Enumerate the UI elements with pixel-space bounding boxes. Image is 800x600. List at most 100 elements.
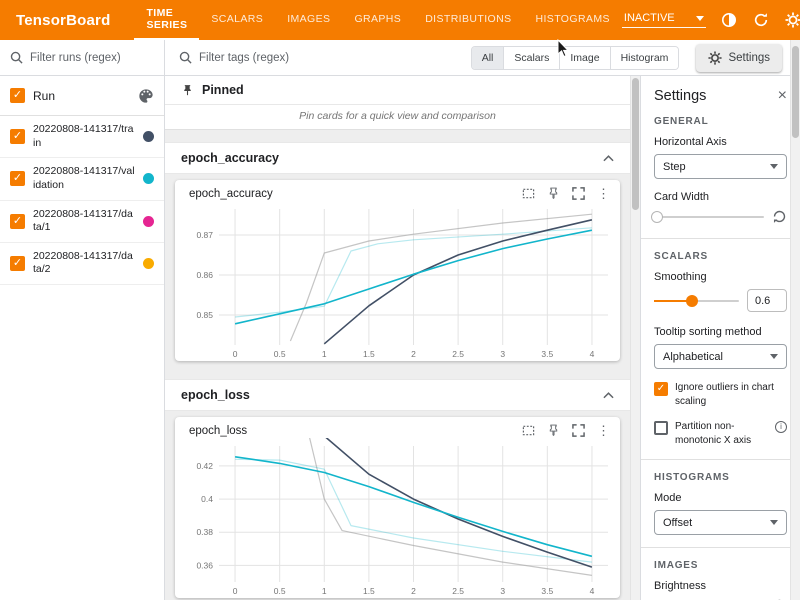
card-header: epoch_accuracy ⋮ [175,180,620,201]
chevron-down-icon [770,354,778,359]
run-checkbox[interactable]: ✓ [10,214,25,229]
svg-text:1.5: 1.5 [363,586,375,596]
card-width-slider[interactable] [654,216,764,218]
settings-panel-title: Settings [654,88,706,104]
partition-x-axis-checkbox[interactable] [654,421,668,435]
gear-icon[interactable] [784,11,800,29]
run-row-data-1[interactable]: ✓ 20220808-141317/data/1 [0,201,164,243]
pin-card-icon[interactable] [547,424,560,437]
slider-knob[interactable] [651,211,663,223]
ignore-outliers-option[interactable]: ✓ Ignore outliers in chart scaling [654,381,787,408]
section-epoch-accuracy[interactable]: epoch_accuracy [165,142,630,174]
epoch-loss-chart[interactable]: 00.511.522.533.540.360.380.40.42 [175,438,620,598]
pinned-section-header: Pinned [165,76,630,105]
epoch-accuracy-chart[interactable]: 00.511.522.533.540.850.860.87 [175,201,620,361]
topbar-actions: INACTIVE ? [622,11,800,29]
main-scrollbar[interactable] [630,76,640,600]
tag-filter-all[interactable]: All [472,47,505,69]
brightness-label: Brightness [654,580,787,592]
search-icon [10,51,23,64]
pinned-hint-text: Pin cards for a quick view and compariso… [165,105,630,130]
palette-icon[interactable] [138,88,154,104]
run-checkbox[interactable]: ✓ [10,256,25,271]
card-title: epoch_accuracy [189,188,273,200]
svg-text:0.38: 0.38 [196,527,213,537]
tab-histograms[interactable]: HISTOGRAMS [523,0,621,40]
run-checkbox[interactable]: ✓ [10,129,25,144]
tags-filter-area: All Scalars Image Histogram Settings [165,40,800,75]
pin-card-icon[interactable] [547,187,560,200]
tab-graphs[interactable]: GRAPHS [342,0,413,40]
run-row-validation[interactable]: ✓ 20220808-141317/validation [0,158,164,200]
run-color-dot [143,173,154,184]
scalars-section-heading: SCALARS [654,251,787,262]
fit-domain-icon[interactable] [522,187,535,200]
tab-scalars[interactable]: SCALARS [199,0,275,40]
settings-button[interactable]: Settings [696,44,782,72]
filter-tags-input[interactable] [199,52,309,64]
tab-distributions[interactable]: DISTRIBUTIONS [413,0,523,40]
svg-text:3: 3 [500,349,505,359]
svg-text:1.5: 1.5 [363,349,375,359]
more-options-icon[interactable]: ⋮ [597,424,610,437]
section-epoch-loss[interactable]: epoch_loss [165,379,630,411]
refresh-icon[interactable] [752,11,770,29]
tag-filter-scalars[interactable]: Scalars [504,47,560,69]
settings-button-label: Settings [728,52,770,64]
smoothing-slider[interactable] [654,300,739,302]
card-header: epoch_loss ⋮ [175,417,620,438]
tooltip-sorting-select[interactable]: Alphabetical [654,344,787,369]
ignore-outliers-checkbox[interactable]: ✓ [654,382,668,396]
horizontal-axis-select[interactable]: Step [654,154,787,179]
svg-text:0: 0 [233,586,238,596]
run-name: 20220808-141317/validation [33,165,135,192]
svg-text:2.5: 2.5 [452,586,464,596]
horizontal-axis-label: Horizontal Axis [654,136,787,148]
tooltip-sorting-label: Tooltip sorting method [654,326,787,338]
run-checkbox[interactable]: ✓ [10,171,25,186]
reset-icon[interactable] [772,209,787,224]
main-nav: TIME SERIES SCALARS IMAGES GRAPHS DISTRI… [134,0,621,40]
runs-filter-area [0,40,165,75]
scrollbar-thumb[interactable] [632,78,639,210]
svg-text:3.5: 3.5 [541,586,553,596]
svg-text:0.4: 0.4 [201,494,213,504]
partition-x-axis-label: Partition non-monotonic X axis [675,420,768,447]
svg-text:0.36: 0.36 [196,560,213,570]
filter-runs-input[interactable] [30,52,140,64]
window-scrollbar[interactable] [790,40,800,600]
search-icon [179,51,192,64]
card-actions: ⋮ [522,187,610,200]
tab-images[interactable]: IMAGES [275,0,342,40]
theme-toggle-icon[interactable] [720,11,738,29]
gear-icon [708,51,722,65]
more-options-icon[interactable]: ⋮ [597,187,610,200]
fit-domain-icon[interactable] [522,424,535,437]
select-all-runs-checkbox[interactable]: ✓ [10,88,25,103]
run-row-data-2[interactable]: ✓ 20220808-141317/data/2 [0,243,164,285]
tab-time-series[interactable]: TIME SERIES [134,0,199,40]
chevron-up-icon[interactable] [603,392,614,399]
partition-x-axis-option[interactable]: Partition non-monotonic X axis i [654,420,787,447]
smoothing-value-input[interactable]: 0.6 [747,289,787,312]
tag-filter-image[interactable]: Image [560,47,610,69]
fullscreen-icon[interactable] [572,424,585,437]
fullscreen-icon[interactable] [572,187,585,200]
slider-knob[interactable] [686,295,698,307]
info-icon[interactable]: i [775,421,787,433]
run-color-dot [143,216,154,227]
status-label: INACTIVE [624,12,675,24]
run-row-train[interactable]: ✓ 20220808-141317/train [0,116,164,158]
svg-text:3: 3 [500,586,505,596]
close-icon[interactable]: × [778,88,787,104]
top-bar: TensorBoard TIME SERIES SCALARS IMAGES G… [0,0,800,40]
scrollbar-thumb[interactable] [792,46,799,138]
general-section-heading: GENERAL [654,116,787,127]
histograms-section-heading: HISTOGRAMS [654,472,787,483]
smoothing-label: Smoothing [654,271,787,283]
histogram-mode-select[interactable]: Offset [654,510,787,535]
svg-text:4: 4 [590,586,595,596]
chevron-up-icon[interactable] [603,155,614,162]
tag-filter-histogram[interactable]: Histogram [611,47,679,69]
reload-status-select[interactable]: INACTIVE [622,12,706,28]
